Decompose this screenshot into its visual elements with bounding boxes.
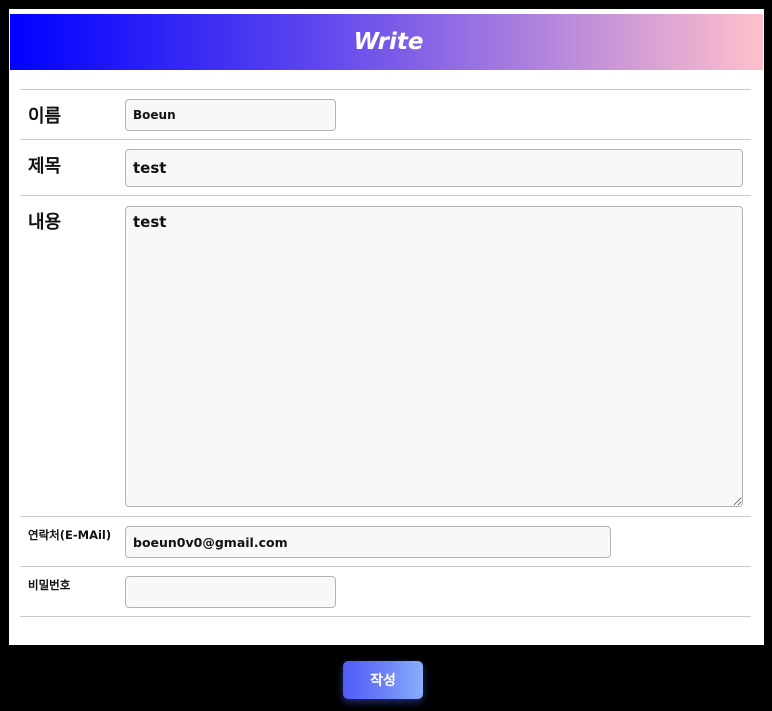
password-label: 비밀번호 [28, 578, 71, 592]
name-label: 이름 [28, 106, 62, 127]
header-banner: Write [10, 14, 763, 70]
content-row: 내용 test [20, 196, 751, 517]
name-row: 이름 [20, 90, 751, 140]
email-row: 연락처(E-MAil) [20, 517, 751, 567]
write-form: 이름 제목 내용 test 연락처(E-MAil) 비밀번호 [20, 89, 751, 617]
email-label: 연락처(E-MAil) [28, 528, 112, 542]
page-title: Write [353, 29, 424, 55]
password-input[interactable] [125, 576, 336, 608]
content-label: 내용 [28, 212, 62, 233]
write-form-card: Write 이름 제목 내용 test 연락처(E-MAil) 비밀번호 [9, 9, 764, 645]
name-input[interactable] [125, 99, 336, 131]
subject-row: 제목 [20, 140, 751, 196]
subject-label: 제목 [28, 156, 62, 177]
email-input[interactable] [125, 526, 611, 558]
password-row: 비밀번호 [20, 567, 751, 617]
content-textarea[interactable]: test [125, 206, 743, 507]
page: Write 이름 제목 내용 test 연락처(E-MAil) 비밀번호 [0, 0, 772, 711]
submit-button[interactable]: 작성 [343, 661, 423, 699]
subject-input[interactable] [125, 149, 743, 187]
